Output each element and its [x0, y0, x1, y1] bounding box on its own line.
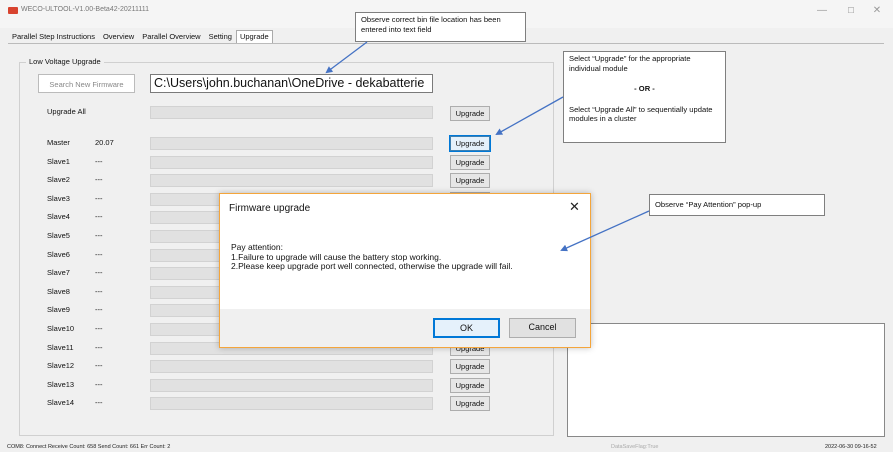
arrow-bin-location — [325, 41, 368, 74]
arrow-pay-attention — [560, 210, 650, 252]
callout-arrows — [325, 41, 650, 252]
arrow-upgrade-button — [495, 96, 564, 135]
